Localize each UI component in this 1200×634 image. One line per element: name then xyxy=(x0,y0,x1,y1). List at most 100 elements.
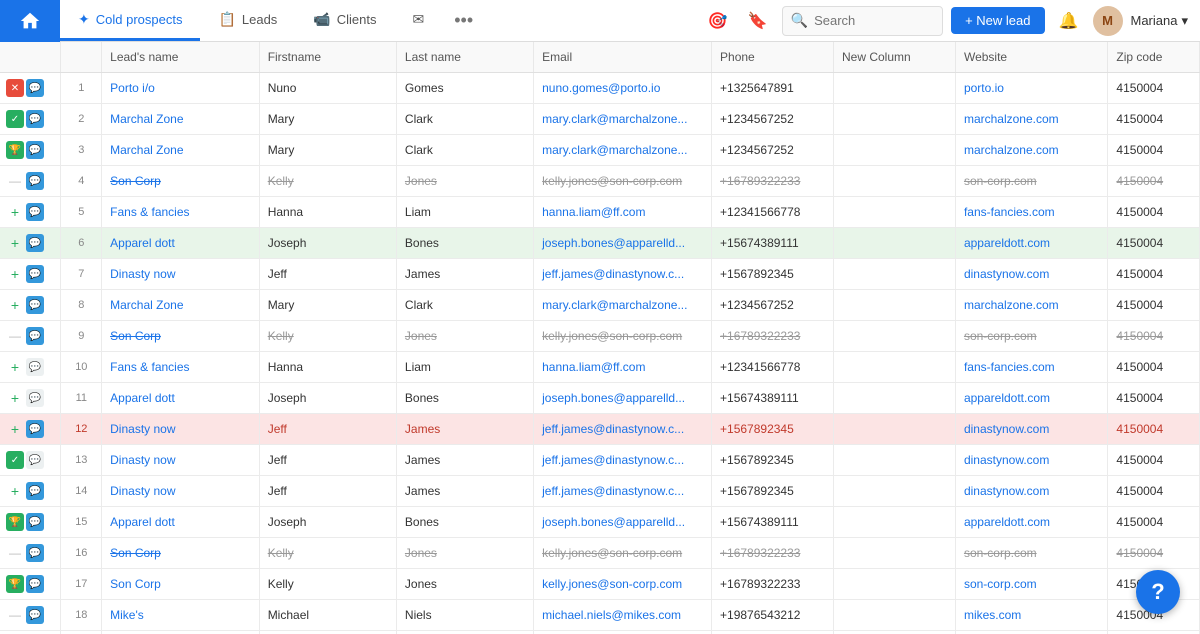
plus-icon[interactable]: + xyxy=(6,483,24,499)
row-lead-name[interactable]: Son Corp xyxy=(102,538,260,569)
row-email[interactable]: jeff.james@dinastynow.c... xyxy=(534,476,712,507)
row-email[interactable]: joseph.bones@apparelld... xyxy=(534,228,712,259)
status-icon-green[interactable]: ✓ xyxy=(6,451,24,469)
plus-icon[interactable]: + xyxy=(6,235,24,251)
row-lead-name[interactable]: Dinasty now xyxy=(102,445,260,476)
row-lead-name[interactable]: Apparel dott xyxy=(102,228,260,259)
row-website[interactable]: marchalzone.com xyxy=(955,290,1107,321)
row-website[interactable]: appareldott.com xyxy=(955,383,1107,414)
row-lead-name[interactable]: Marchal Zone xyxy=(102,290,260,321)
target-icon-button[interactable]: 🎯 xyxy=(702,5,734,37)
row-website[interactable]: marchalzone.com xyxy=(955,135,1107,166)
row-lead-name[interactable]: Porto i/o xyxy=(102,73,260,104)
plus-icon[interactable]: + xyxy=(6,204,24,220)
row-email[interactable]: kelly.jones@son-corp.com xyxy=(534,538,712,569)
header-email[interactable]: Email xyxy=(534,42,712,73)
chat-icon[interactable]: 💬 xyxy=(26,420,44,438)
chat-icon[interactable]: 💬 xyxy=(26,513,44,531)
search-input[interactable] xyxy=(814,13,934,28)
nav-more-button[interactable]: ••• xyxy=(442,0,485,41)
chat-icon[interactable]: 💬 xyxy=(26,575,44,593)
row-lead-name[interactable]: Fans & fancies xyxy=(102,352,260,383)
dash-icon[interactable]: — xyxy=(6,608,24,622)
row-email[interactable]: jeff.james@dinastynow.c... xyxy=(534,445,712,476)
row-website[interactable]: appareldott.com xyxy=(955,507,1107,538)
chat-icon[interactable]: 💬 xyxy=(26,141,44,159)
row-website[interactable]: dinastynow.com xyxy=(955,259,1107,290)
row-lead-name[interactable]: Son Corp xyxy=(102,321,260,352)
row-email[interactable]: hanna.liam@ff.com xyxy=(534,352,712,383)
header-firstname[interactable]: Firstname xyxy=(259,42,396,73)
row-email[interactable]: jeff.james@dinastynow.c... xyxy=(534,414,712,445)
plus-icon[interactable]: + xyxy=(6,297,24,313)
row-lead-name[interactable]: Fans & fancies xyxy=(102,197,260,228)
header-new-column[interactable]: New Column xyxy=(833,42,955,73)
trophy-icon[interactable]: 🏆 xyxy=(6,575,24,593)
bookmark-icon-button[interactable]: 🔖 xyxy=(742,5,774,37)
row-website[interactable]: marchalzone.com xyxy=(955,631,1107,634)
row-lead-name[interactable]: Marchal Zone xyxy=(102,104,260,135)
row-lead-name[interactable]: Dinasty now xyxy=(102,476,260,507)
row-website[interactable]: mikes.com xyxy=(955,600,1107,631)
row-email[interactable]: mary.clark@marchalzone... xyxy=(534,135,712,166)
chat-icon[interactable]: 💬 xyxy=(26,327,44,345)
row-email[interactable]: mary.clark@marchalzone... xyxy=(534,631,712,634)
row-website[interactable]: son-corp.com xyxy=(955,321,1107,352)
tab-leads[interactable]: 📋 Leads xyxy=(200,0,295,41)
row-website[interactable]: son-corp.com xyxy=(955,538,1107,569)
trophy-icon[interactable]: 🏆 xyxy=(6,141,24,159)
chat-icon[interactable]: 💬 xyxy=(26,265,44,283)
status-icon-green[interactable]: ✓ xyxy=(6,110,24,128)
row-website[interactable]: marchalzone.com xyxy=(955,104,1107,135)
row-lead-name[interactable]: Apparel dott xyxy=(102,383,260,414)
chat-icon[interactable]: 💬 xyxy=(26,79,44,97)
plus-icon[interactable]: + xyxy=(6,421,24,437)
row-email[interactable]: joseph.bones@apparelld... xyxy=(534,507,712,538)
row-email[interactable]: kelly.jones@son-corp.com xyxy=(534,166,712,197)
row-lead-name[interactable]: Marchal Zone xyxy=(102,631,260,634)
plus-icon[interactable]: + xyxy=(6,266,24,282)
chat-icon[interactable]: 💬 xyxy=(26,606,44,624)
header-website[interactable]: Website xyxy=(955,42,1107,73)
row-email[interactable]: michael.niels@mikes.com xyxy=(534,600,712,631)
row-email[interactable]: nuno.gomes@porto.io xyxy=(534,73,712,104)
status-icon-red[interactable]: ✕ xyxy=(6,79,24,97)
row-email[interactable]: mary.clark@marchalzone... xyxy=(534,290,712,321)
chat-icon[interactable]: 💬 xyxy=(26,172,44,190)
row-website[interactable]: appareldott.com xyxy=(955,228,1107,259)
home-button[interactable] xyxy=(0,0,60,42)
row-website[interactable]: dinastynow.com xyxy=(955,445,1107,476)
user-name[interactable]: Mariana ▾ xyxy=(1131,13,1189,29)
row-lead-name[interactable]: Son Corp xyxy=(102,166,260,197)
tab-cold-prospects[interactable]: ✦ Cold prospects xyxy=(60,0,200,41)
row-website[interactable]: dinastynow.com xyxy=(955,476,1107,507)
plus-icon[interactable]: + xyxy=(6,359,24,375)
new-lead-button[interactable]: + New lead xyxy=(951,7,1044,34)
row-email[interactable]: joseph.bones@apparelld... xyxy=(534,383,712,414)
row-website[interactable]: son-corp.com xyxy=(955,569,1107,600)
chat-icon[interactable]: 💬 xyxy=(26,234,44,252)
chat-icon[interactable]: 💬 xyxy=(26,389,44,407)
row-lead-name[interactable]: Mike's xyxy=(102,600,260,631)
chat-icon[interactable]: 💬 xyxy=(26,203,44,221)
chat-icon[interactable]: 💬 xyxy=(26,296,44,314)
row-website[interactable]: fans-fancies.com xyxy=(955,197,1107,228)
row-website[interactable]: porto.io xyxy=(955,73,1107,104)
chat-icon[interactable]: 💬 xyxy=(26,482,44,500)
tab-clients[interactable]: 📹 Clients xyxy=(295,0,394,41)
row-lead-name[interactable]: Son Corp xyxy=(102,569,260,600)
chat-icon[interactable]: 💬 xyxy=(26,110,44,128)
dash-icon[interactable]: — xyxy=(6,546,24,560)
row-email[interactable]: mary.clark@marchalzone... xyxy=(534,104,712,135)
row-website[interactable]: dinastynow.com xyxy=(955,414,1107,445)
row-email[interactable]: kelly.jones@son-corp.com xyxy=(534,321,712,352)
header-zip[interactable]: Zip code xyxy=(1108,42,1200,73)
bell-icon-button[interactable]: 🔔 xyxy=(1053,5,1085,37)
row-email[interactable]: kelly.jones@son-corp.com xyxy=(534,569,712,600)
trophy-icon[interactable]: 🏆 xyxy=(6,513,24,531)
chat-icon[interactable]: 💬 xyxy=(26,358,44,376)
header-lastname[interactable]: Last name xyxy=(396,42,533,73)
dash-icon[interactable]: — xyxy=(6,329,24,343)
chat-icon[interactable]: 💬 xyxy=(26,451,44,469)
row-website[interactable]: fans-fancies.com xyxy=(955,352,1107,383)
